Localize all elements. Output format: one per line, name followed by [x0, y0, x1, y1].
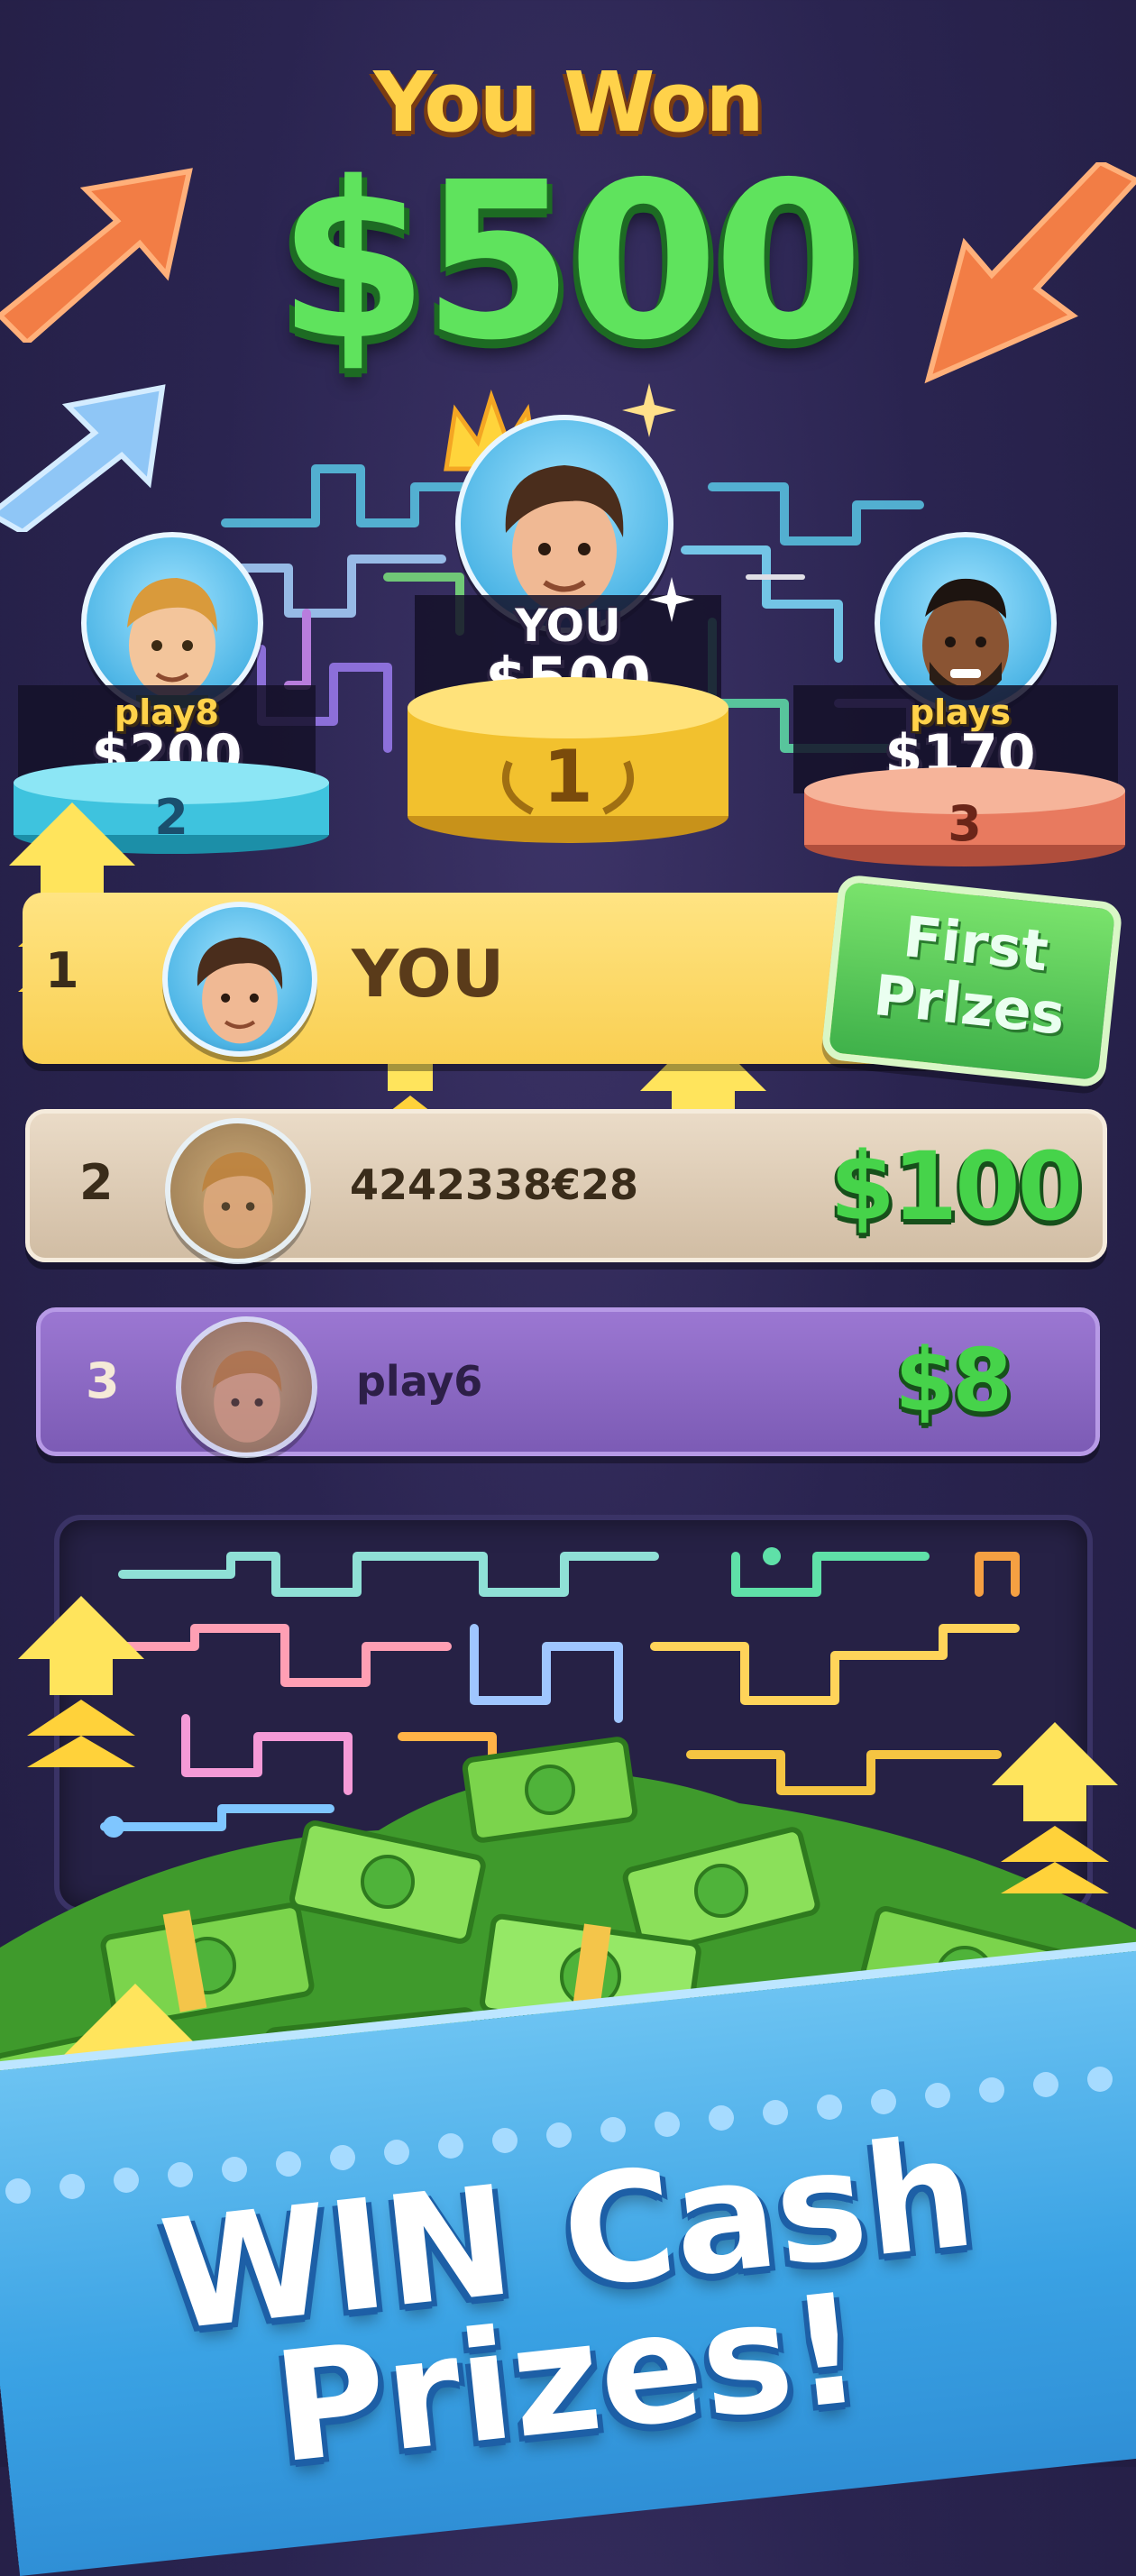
row-1-name: YOU: [352, 936, 505, 1012]
row-3-rank: 3: [86, 1352, 120, 1409]
row-3-amount: $8: [894, 1330, 1012, 1431]
row-2-avatar: [165, 1118, 311, 1264]
row-3-name: play6: [356, 1357, 483, 1406]
sparkle-icon: [622, 383, 676, 441]
podium-third: plays $170 3: [793, 532, 1136, 866]
chevron-up-icon: [18, 1596, 144, 1771]
chevron-up-icon: [992, 1722, 1118, 1897]
first-prizes-badge: First Prlzes: [820, 874, 1123, 1088]
row-1-rank: 1: [45, 942, 79, 999]
sparkle-icon: [649, 577, 694, 626]
leaderboard-row-3: 3 play6 $8: [36, 1307, 1100, 1458]
podium-third-place: 3: [948, 795, 982, 852]
row-2-name: 4242338€28: [350, 1160, 639, 1209]
row-1-avatar: [162, 902, 317, 1057]
podium-first: YOU $500 1: [397, 370, 739, 848]
podium-first-place: 1: [543, 735, 593, 819]
row-3-avatar: [176, 1316, 317, 1458]
leaderboard-row-2: 2 4242338€28 $100: [25, 1109, 1107, 1264]
won-amount: $500: [278, 135, 864, 388]
row-2-amount: $100: [829, 1132, 1083, 1242]
row-2-rank: 2: [79, 1154, 114, 1211]
